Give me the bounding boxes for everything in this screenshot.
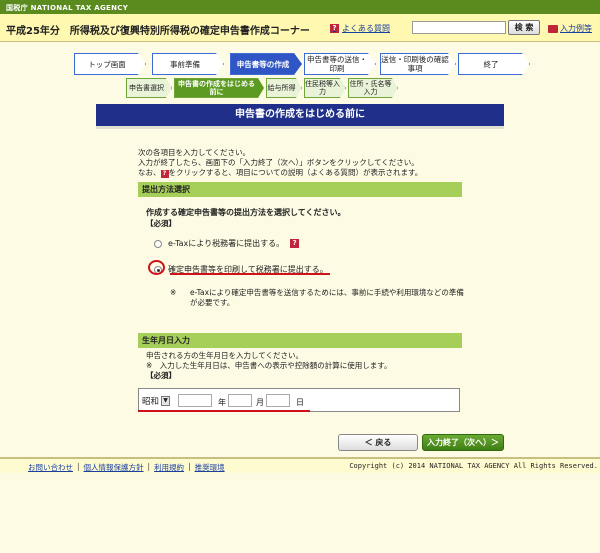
instruction-line: 入力が終了したら、画面下の「入力終了（次へ）」ボタンをクリックしてください。 [138,158,419,167]
substep-address-name: 住所・氏名等入力 [348,78,398,98]
usage-label: 入力例等 [560,24,592,33]
search-input[interactable] [412,21,506,34]
etax-radio[interactable] [154,239,162,248]
year-label: 年 [218,398,226,407]
substep-resident-tax: 住民税等入力 [304,78,346,98]
section-heading: 申告書の作成をはじめる前に [96,104,504,126]
back-button[interactable]: ＜ 戻る [338,434,418,451]
note-mark: ※ [170,288,177,297]
year-input[interactable] [178,394,212,407]
note-text: e-Taxにより確定申告書等を送信するためには、事前に手続や利用環境などの準備が… [190,288,464,307]
day-input[interactable] [266,394,290,407]
step-preparation: 事前準備 [152,53,224,75]
instructions: 次の各項目を入力してください。 入力が終了したら、画面下の「入力終了（次へ）」ボ… [138,148,468,178]
highlight-circle [148,260,165,275]
agency-brand: 国税庁 NATIONAL TAX AGENCY [0,0,600,14]
substep-before-start: 申告書の作成をはじめる前に [174,78,264,98]
search-button[interactable]: 検 索 [508,20,540,35]
era-value: 昭和 [142,397,160,407]
question-icon: ? [330,24,339,33]
step-top: トップ画面 [74,53,146,75]
highlight-underline [138,410,310,412]
question-icon[interactable]: ? [290,239,300,248]
submission-question: 作成する確定申告書等の提出方法を選択してください。 [146,208,346,217]
step-send-print: 申告書等の送信・印刷 [304,53,376,75]
faq-label: よくある質問 [342,24,390,33]
copyright: Copyright (c) 2014 NATIONAL TAX AGENCY A… [349,462,598,470]
instruction-line: なお、? をクリックすると、項目についての説明（よくある質問）が表示されます。 [138,168,423,178]
birth-section-title: 生年月日入力 [138,333,462,348]
step-navigation: トップ画面 事前準備 申告書等の作成 申告書等の送信・印刷 送信・印刷後の確認事… [74,53,530,75]
heading-divider [96,126,504,129]
faq-link[interactable]: ? よくある質問 [330,23,390,34]
birth-line: ※ 入力した生年月日は、申告書への表示や控除額の計算に使用します。 [146,361,392,370]
substep-navigation: 申告書選択 申告書の作成をはじめる前に 給与所得 住民税等入力 住所・氏名等入力 [126,78,398,98]
birth-line: 申告される方の生年月日を入力してください。 [146,351,304,360]
footer-links: お問い合わせ | 個人情報保護方針 | 利用規約 | 推奨環境 [28,462,225,473]
required-label: 【必須】 [146,371,176,380]
step-end: 終了 [458,53,530,75]
highlight-underline [170,273,330,275]
next-button[interactable]: 入力終了（次へ）＞ [422,434,504,451]
page-title: 平成25年分 所得税及び復興特別所得税の確定申告書作成コーナー [6,26,310,37]
step-confirm: 送信・印刷後の確認事項 [380,53,456,75]
footer-link-terms[interactable]: 利用規約 [154,462,184,473]
book-icon [548,24,558,33]
substep-salary: 給与所得 [266,78,302,98]
etax-label: e-Taxにより税務署に提出する。 [168,239,285,248]
era-select[interactable]: 昭和 ▼ [142,395,171,407]
chevron-down-icon[interactable]: ▼ [161,396,171,406]
usage-examples-link[interactable]: 入力例等 [548,23,592,34]
title-bar: 平成25年分 所得税及び復興特別所得税の確定申告書作成コーナー ? よくある質問… [0,14,600,42]
month-input[interactable] [228,394,252,407]
footer-link-contact[interactable]: お問い合わせ [28,462,73,473]
step-create: 申告書等の作成 [230,53,302,75]
birth-instructions: 申告される方の生年月日を入力してください。 ※ 入力した生年月日は、申告書への表… [146,351,466,381]
footer-link-privacy[interactable]: 個人情報保護方針 [84,462,144,473]
question-icon: ? [160,170,169,178]
submission-section-title: 提出方法選択 [138,182,462,197]
required-label: 【必須】 [146,219,176,228]
etax-note: ※ e-Taxにより確定申告書等を送信するためには、事前に手続や利用環境などの準… [170,288,466,308]
etax-option[interactable]: e-Taxにより税務署に提出する。 ? [154,238,300,249]
instruction-line: 次の各項目を入力してください。 [138,148,251,157]
month-label: 月 [256,398,264,407]
day-label: 日 [296,398,304,407]
substep-select: 申告書選択 [126,78,172,98]
footer-link-environment[interactable]: 推奨環境 [195,462,225,473]
